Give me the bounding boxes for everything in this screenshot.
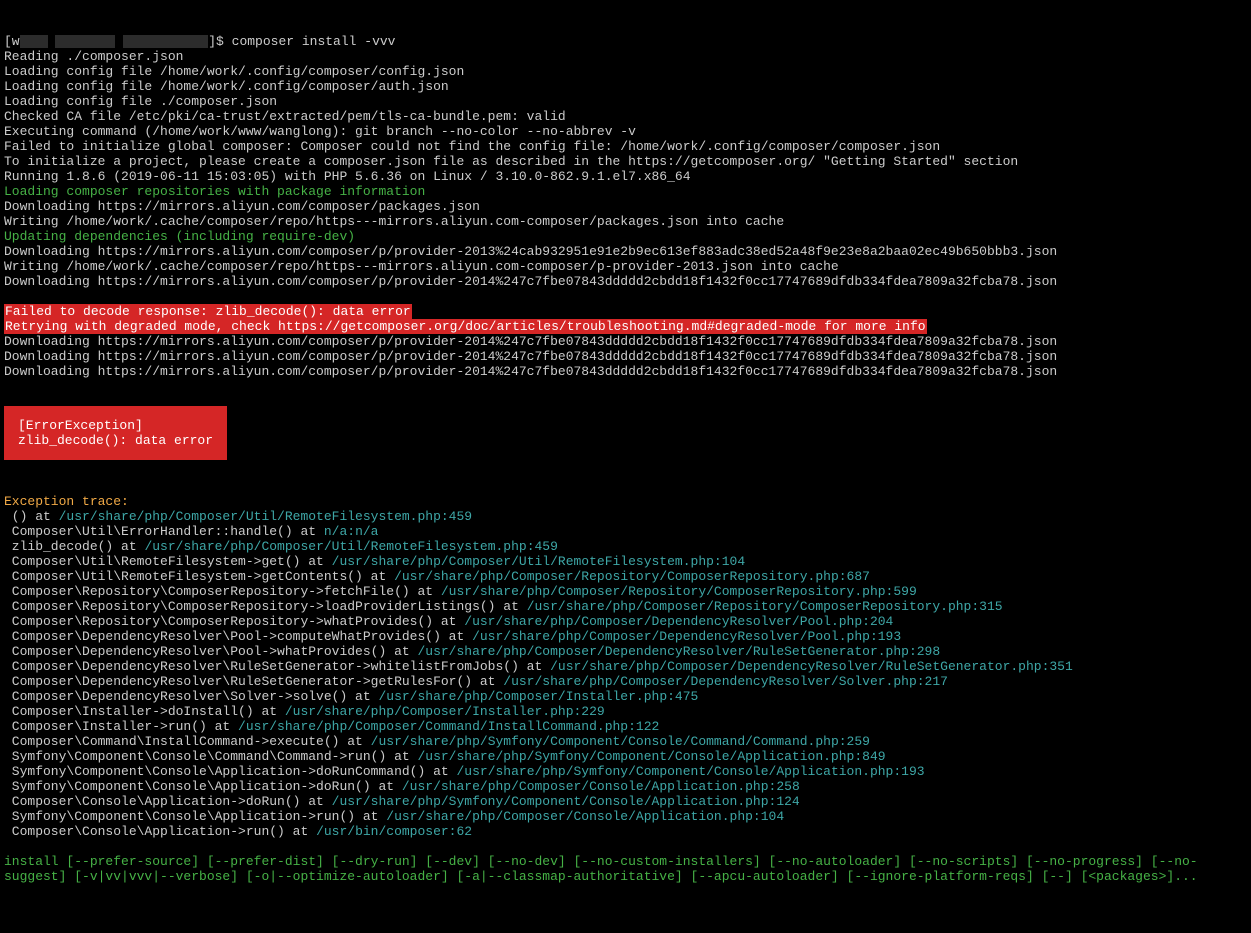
error-highlight: Failed to decode response: zlib_decode()… xyxy=(4,304,412,319)
trace-line: Composer\Repository\ComposerRepository->… xyxy=(4,614,893,629)
output-line: Downloading https://mirrors.aliyun.com/c… xyxy=(4,334,1057,349)
trace-line: Composer\Util\RemoteFilesystem->get() at… xyxy=(4,554,745,569)
shell-prompt: [w ]$ xyxy=(4,34,232,49)
output-line: Writing /home/work/.cache/composer/repo/… xyxy=(4,259,839,274)
trace-line: Symfony\Component\Console\Application->d… xyxy=(4,779,800,794)
usage-line: install [--prefer-source] [--prefer-dist… xyxy=(4,854,1251,884)
command: composer install -vvv xyxy=(232,34,396,49)
trace-line: Composer\DependencyResolver\RuleSetGener… xyxy=(4,674,948,689)
error-box: [ErrorException] zlib_decode(): data err… xyxy=(4,406,227,460)
trace-line: Composer\Command\InstallCommand->execute… xyxy=(4,734,870,749)
status-line: Updating dependencies (including require… xyxy=(4,229,355,244)
output-line: To initialize a project, please create a… xyxy=(4,154,1018,169)
error-highlight: Retrying with degraded mode, check https… xyxy=(4,319,927,334)
trace-line: Composer\DependencyResolver\RuleSetGener… xyxy=(4,659,1073,674)
trace-line: Composer\Console\Application->doRun() at… xyxy=(4,794,800,809)
trace-line: zlib_decode() at /usr/share/php/Composer… xyxy=(4,539,558,554)
output-line: Downloading https://mirrors.aliyun.com/c… xyxy=(4,364,1057,379)
output-line: Downloading https://mirrors.aliyun.com/c… xyxy=(4,244,1057,259)
output-line: Loading config file /home/work/.config/c… xyxy=(4,64,464,79)
trace-line: Composer\Installer->run() at /usr/share/… xyxy=(4,719,659,734)
trace-line: Composer\Installer->doInstall() at /usr/… xyxy=(4,704,605,719)
trace-line: Symfony\Component\Console\Application->d… xyxy=(4,764,925,779)
trace-line: Composer\DependencyResolver\Pool->comput… xyxy=(4,629,901,644)
trace-line: Composer\Repository\ComposerRepository->… xyxy=(4,599,1003,614)
output-line: Reading ./composer.json xyxy=(4,49,183,64)
output-line: Checked CA file /etc/pki/ca-trust/extrac… xyxy=(4,109,566,124)
output-line: Writing /home/work/.cache/composer/repo/… xyxy=(4,214,784,229)
trace-line: Composer\DependencyResolver\Pool->whatPr… xyxy=(4,644,940,659)
error-box-message: zlib_decode(): data error xyxy=(18,433,213,448)
trace-line: Symfony\Component\Console\Command\Comman… xyxy=(4,749,886,764)
output-line: Downloading https://mirrors.aliyun.com/c… xyxy=(4,199,480,214)
error-box-title: [ErrorException] xyxy=(18,418,143,433)
output-line: Executing command (/home/work/www/wanglo… xyxy=(4,124,636,139)
trace-line: Composer\Util\RemoteFilesystem->getConte… xyxy=(4,569,870,584)
trace-line: Symfony\Component\Console\Application->r… xyxy=(4,809,784,824)
trace-line: Composer\Util\ErrorHandler::handle() at … xyxy=(4,524,378,539)
trace-header: Exception trace: xyxy=(4,494,129,509)
output-line: Running 1.8.6 (2019-06-11 15:03:05) with… xyxy=(4,169,691,184)
output-line: Downloading https://mirrors.aliyun.com/c… xyxy=(4,349,1057,364)
terminal[interactable]: [w ]$ composer install -vvv Reading ./co… xyxy=(4,34,1251,884)
status-line: Loading composer repositories with packa… xyxy=(4,184,425,199)
output-line: Loading config file /home/work/.config/c… xyxy=(4,79,449,94)
trace-line: Composer\Repository\ComposerRepository->… xyxy=(4,584,917,599)
output-line: Failed to initialize global composer: Co… xyxy=(4,139,940,154)
trace-line: Composer\DependencyResolver\Solver->solv… xyxy=(4,689,698,704)
output-line: Downloading https://mirrors.aliyun.com/c… xyxy=(4,274,1057,289)
trace-line: () at /usr/share/php/Composer/Util/Remot… xyxy=(4,509,472,524)
output-line: Loading config file ./composer.json xyxy=(4,94,277,109)
